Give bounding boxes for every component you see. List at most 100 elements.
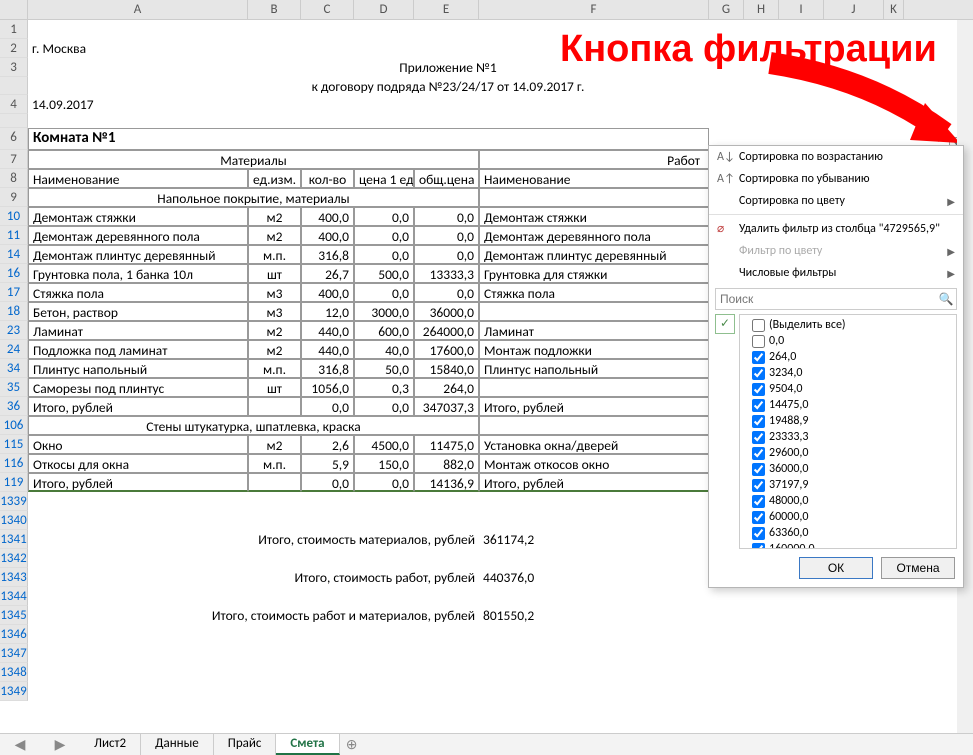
cell[interactable]: 440,0 — [301, 340, 354, 359]
sort-desc[interactable]: A↑ Сортировка по убыванию — [709, 168, 963, 190]
row-header[interactable]: 11 — [0, 226, 28, 245]
select-all-item[interactable]: (Выделить все) — [742, 317, 954, 333]
row-header[interactable]: 3 — [0, 58, 28, 77]
cell[interactable]: 150,0 — [354, 454, 414, 473]
filter-value-item[interactable]: 60000,0 — [742, 509, 954, 525]
col-header-I[interactable]: I — [779, 0, 824, 19]
checkbox[interactable] — [752, 319, 765, 332]
cell[interactable]: Итого, рублей — [28, 397, 248, 416]
cell[interactable]: Ламинат — [479, 321, 709, 340]
filter-value-item[interactable]: 3234,0 — [742, 365, 954, 381]
cell[interactable]: 12,0 — [301, 302, 354, 321]
row-header[interactable]: 6 — [0, 128, 28, 150]
cell[interactable]: 0,0 — [301, 397, 354, 416]
cell[interactable]: 1056,0 — [301, 378, 354, 397]
cell[interactable] — [28, 58, 248, 77]
cell[interactable]: Демонтаж деревянного пола — [28, 226, 248, 245]
cell[interactable]: Монтаж подложки — [479, 340, 709, 359]
checkbox[interactable] — [752, 463, 765, 476]
col-unit[interactable]: ед.изм. — [248, 169, 301, 188]
checkbox[interactable] — [752, 479, 765, 492]
ok-button[interactable]: ОК — [799, 557, 873, 579]
checkbox[interactable] — [752, 511, 765, 524]
cell[interactable]: 0,0 — [354, 207, 414, 226]
cell[interactable]: Саморезы под плинтус — [28, 378, 248, 397]
cell[interactable]: шт — [248, 378, 301, 397]
cell[interactable]: 500,0 — [354, 264, 414, 283]
cell[interactable]: г. Москва — [28, 39, 248, 58]
checkbox[interactable] — [752, 543, 765, 550]
row-header[interactable]: 1345 — [0, 606, 28, 625]
cell[interactable]: Демонтаж плинтус деревянный — [479, 245, 709, 264]
cell[interactable]: м3 — [248, 302, 301, 321]
col-header-H[interactable]: H — [744, 0, 779, 19]
row-header[interactable]: 115 — [0, 435, 28, 454]
sheet-tab[interactable]: Данные — [141, 734, 214, 755]
cell[interactable] — [248, 397, 301, 416]
row-header[interactable]: 24 — [0, 340, 28, 359]
row-header[interactable]: 23 — [0, 321, 28, 340]
cell[interactable]: 440,0 — [301, 321, 354, 340]
cell[interactable]: Итого, рублей — [479, 397, 709, 416]
cell[interactable]: 0,0 — [354, 226, 414, 245]
cell[interactable]: м.п. — [248, 359, 301, 378]
cell[interactable]: 14.09.2017 — [28, 95, 248, 114]
row-header[interactable]: 116 — [0, 454, 28, 473]
cell[interactable]: м2 — [248, 435, 301, 454]
search-input[interactable] — [716, 289, 936, 309]
checkbox[interactable] — [752, 367, 765, 380]
row-header[interactable]: 2 — [0, 39, 28, 58]
sort-by-color[interactable]: Сортировка по цвету ▶ — [709, 190, 963, 212]
number-filters[interactable]: Числовые фильтры ▶ — [709, 262, 963, 284]
checkbox[interactable] — [752, 527, 765, 540]
cell[interactable]: Итого, рублей — [28, 473, 248, 492]
filter-value-item[interactable]: 14475,0 — [742, 397, 954, 413]
row-header[interactable]: 1347 — [0, 644, 28, 663]
cell[interactable]: Ламинат — [28, 321, 248, 340]
cell[interactable]: 26,7 — [301, 264, 354, 283]
cancel-button[interactable]: Отмена — [881, 557, 955, 579]
cell[interactable]: 0,0 — [414, 283, 479, 302]
cell[interactable]: 400,0 — [301, 226, 354, 245]
select-all-corner[interactable] — [0, 0, 28, 19]
row-header[interactable]: 119 — [0, 473, 28, 492]
col-header-A[interactable]: A — [28, 0, 248, 19]
col-price[interactable]: цена 1 ед — [354, 169, 414, 188]
filter-value-item[interactable]: 160000,0 — [742, 541, 954, 549]
cell[interactable]: 50,0 — [354, 359, 414, 378]
sheet-tab[interactable]: Прайс — [214, 734, 277, 755]
cell[interactable]: 40,0 — [354, 340, 414, 359]
filter-value-item[interactable]: 0,0 — [742, 333, 954, 349]
apply-check[interactable]: ✓ — [715, 314, 735, 334]
checkbox[interactable] — [752, 399, 765, 412]
row-header[interactable]: 14 — [0, 245, 28, 264]
row-header[interactable] — [0, 77, 28, 95]
checkbox[interactable] — [752, 447, 765, 460]
col-header-B[interactable]: B — [248, 0, 301, 19]
cell[interactable]: 4500,0 — [354, 435, 414, 454]
row-header[interactable]: 16 — [0, 264, 28, 283]
cell[interactable]: м2 — [248, 226, 301, 245]
cell[interactable]: Стяжка пола — [28, 283, 248, 302]
cell[interactable]: 5,9 — [301, 454, 354, 473]
cell[interactable]: Демонтаж деревянного пола — [479, 226, 709, 245]
works-header[interactable]: Работ — [479, 150, 709, 169]
row-header[interactable]: 4 — [0, 95, 28, 114]
filter-value-item[interactable]: 63360,0 — [742, 525, 954, 541]
cell[interactable]: 0,0 — [354, 473, 414, 492]
cell[interactable]: 440376,0 — [479, 568, 709, 587]
row-header[interactable]: 34 — [0, 359, 28, 378]
checkbox[interactable] — [752, 431, 765, 444]
cell[interactable]: 0,0 — [301, 473, 354, 492]
row-header[interactable]: 106 — [0, 416, 28, 435]
cell[interactable]: Подложка под ламинат — [28, 340, 248, 359]
cell[interactable]: Итого, стоимость работ и материалов, руб… — [28, 606, 479, 625]
add-sheet-button[interactable]: ⊕ — [340, 736, 364, 753]
col-header-K[interactable]: K — [884, 0, 904, 19]
row-header[interactable]: 1339 — [0, 492, 28, 511]
cell[interactable]: 14136,9 — [414, 473, 479, 492]
row-header[interactable]: 10 — [0, 207, 28, 226]
checkbox[interactable] — [752, 335, 765, 348]
cell[interactable]: 0,0 — [414, 226, 479, 245]
row-header[interactable]: 1346 — [0, 625, 28, 644]
